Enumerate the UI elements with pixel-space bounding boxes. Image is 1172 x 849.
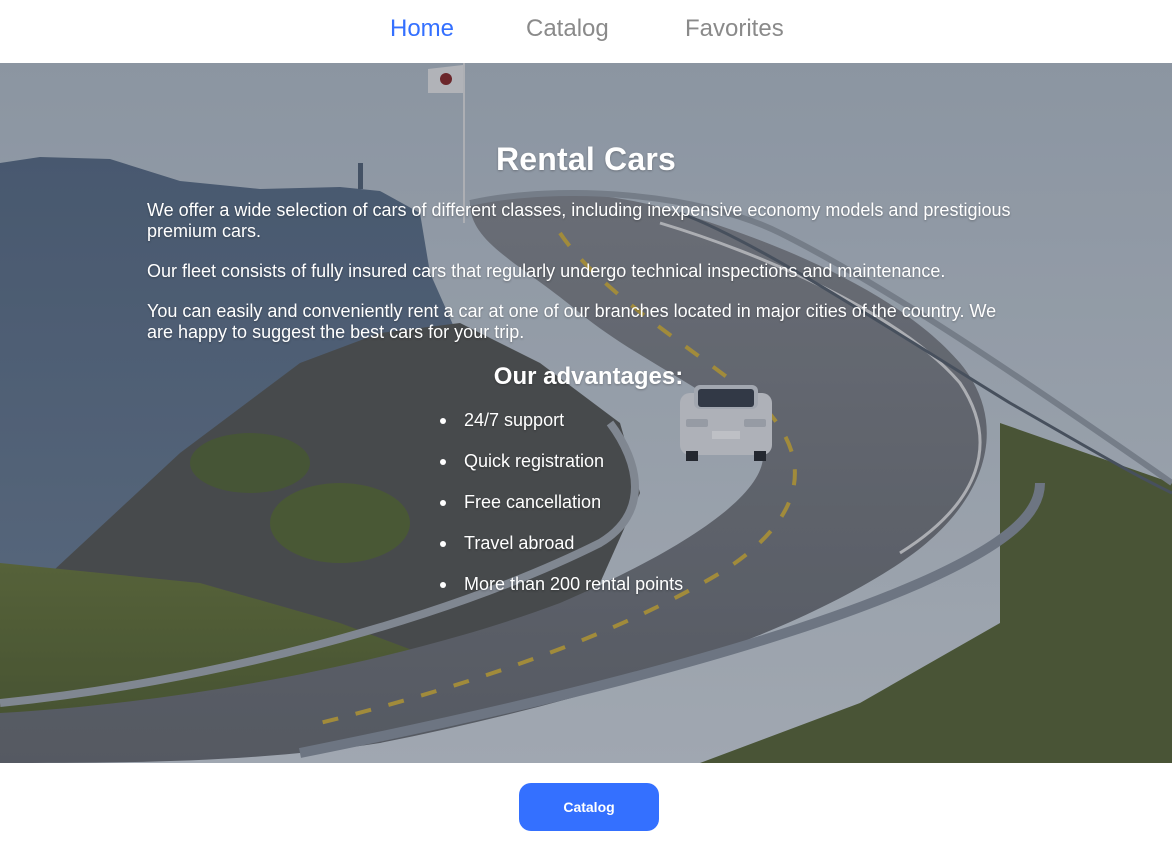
advantages-title: Our advantages: [493,363,684,390]
hero-paragraph: We offer a wide selection of cars of dif… [147,200,1011,241]
advantages-list: 24/7 support Quick registration Free can… [440,409,683,614]
nav-link-home[interactable]: Home [390,15,454,43]
advantage-item: Quick registration [440,450,683,491]
hero-paragraph: You can easily and conveniently rent a c… [147,301,997,342]
advantage-item: More than 200 rental points [440,573,683,614]
hero-section: Rental Cars We offer a wide selection of… [0,63,1172,763]
hero-title: Rental Cars [495,141,677,177]
main-nav: Home Catalog Favorites [0,0,1172,63]
advantage-item: Free cancellation [440,491,683,532]
nav-link-catalog[interactable]: Catalog [526,15,609,43]
hero-content: Rental Cars We offer a wide selection of… [0,63,1172,763]
catalog-button[interactable]: Catalog [519,783,659,831]
advantage-item: Travel abroad [440,532,683,573]
advantage-item: 24/7 support [440,409,683,450]
nav-link-favorites[interactable]: Favorites [685,15,784,43]
hero-paragraph: Our fleet consists of fully insured cars… [147,261,946,281]
